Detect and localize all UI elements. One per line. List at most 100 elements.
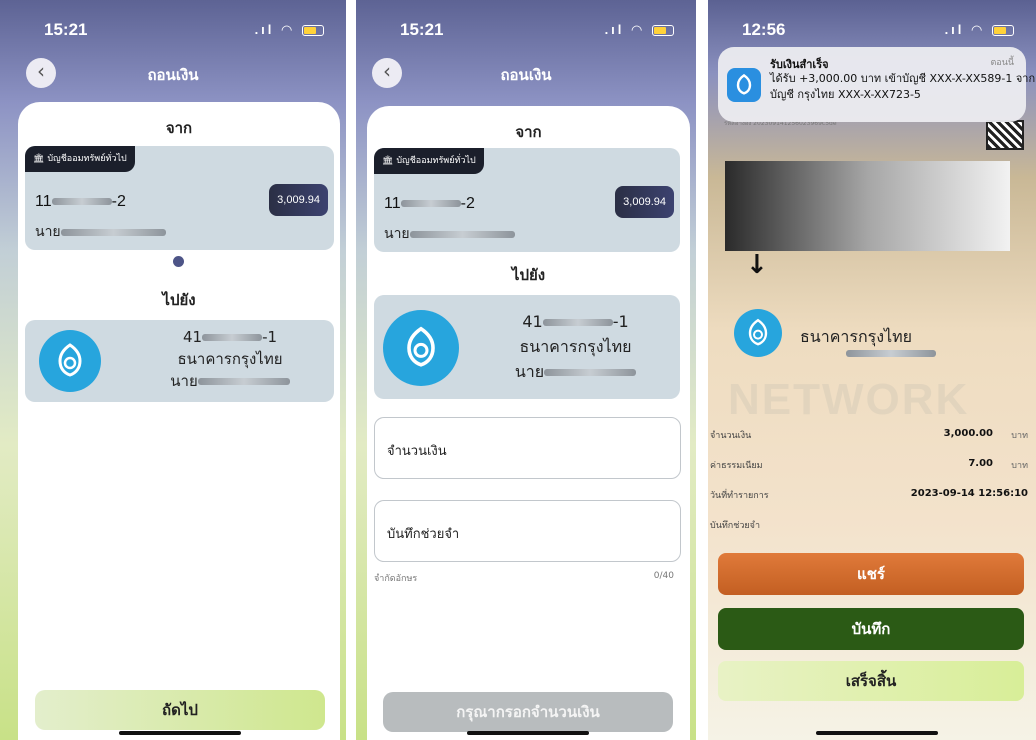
detail-label: จำนวนเงิน	[710, 431, 752, 441]
owner-prefix: นาย	[35, 224, 61, 240]
krungthai-logo-icon	[383, 310, 459, 386]
detail-row-fee: ค่าธรรมเนียม 7.00 บาท	[710, 458, 1028, 472]
dest-number-suffix: -1	[612, 312, 629, 331]
destination-bank: ธนาคารกรุงไทย	[177, 350, 283, 368]
memo-field-label: บันทึกช่วยจำ	[387, 527, 460, 542]
down-arrow-icon: ↓	[746, 250, 768, 280]
to-heading: ไปยัง	[511, 266, 546, 284]
status-time: 12:56	[742, 20, 786, 39]
account-number-prefix: 11	[384, 195, 401, 212]
char-counter: 0/40	[653, 571, 674, 581]
detail-unit: บาท	[1011, 431, 1028, 441]
destination-account-card[interactable]: 41 -1 ธนาคารกรุงไทย นาย	[25, 320, 334, 402]
detail-row-date: วันที่ทำรายการ 2023-09-14 12:56:10	[710, 488, 1028, 502]
status-icons: .ıl ◠	[255, 22, 324, 38]
status-icons: .ıl ◠	[945, 22, 1014, 38]
destination-account-card[interactable]: 41 -1 ธนาคารกรุงไทย นาย	[374, 295, 680, 399]
signal-icon: .ıl	[254, 22, 275, 37]
status-bar: 15:21 .ıl ◠	[356, 20, 696, 42]
withdraw-screen-step2: 15:21 .ıl ◠ ‹ ถอนเงิน จาก 🏛 บัญชีออมทรัพ…	[356, 0, 696, 740]
redacted-sender-block	[725, 161, 1010, 251]
source-account-card[interactable]: 🏛 บัญชีออมทรัพย์ทั่วไป 11 -2 นาย 3,009.94	[25, 146, 334, 250]
destination-owner: นาย	[135, 370, 325, 392]
battery-icon	[652, 25, 674, 37]
signal-icon: .ıl	[944, 22, 965, 37]
save-button[interactable]: บันทึก	[718, 608, 1024, 650]
qr-code-icon	[986, 120, 1024, 150]
page-title: ถอนเงิน	[500, 66, 552, 84]
bank-app-icon	[727, 68, 761, 102]
masked-name	[60, 228, 166, 236]
detail-row-memo: บันทึกช่วยจำ	[710, 518, 1028, 532]
wifi-icon: ◠	[631, 22, 646, 37]
nav-bar: ‹ ถอนเงิน	[0, 58, 346, 88]
destination-bank: ธนาคารกรุงไทย	[519, 337, 632, 356]
status-icons: .ıl ◠	[605, 22, 674, 38]
owner-prefix: นาย	[384, 226, 410, 242]
page-title: ถอนเงิน	[147, 66, 199, 84]
krungthai-logo-icon	[734, 309, 782, 357]
account-owner: นาย	[384, 223, 515, 245]
masked-digits	[542, 319, 613, 326]
amount-field[interactable]: จำนวนเงิน	[374, 417, 681, 479]
submit-amount-button[interactable]: กรุณากรอกจำนวนเงิน	[383, 692, 673, 732]
home-indicator	[816, 731, 938, 735]
krungthai-logo-icon	[39, 330, 101, 392]
dest-owner-prefix: นาย	[170, 372, 198, 390]
screenshot-collage: 15:21 .ıl ◠ ‹ ถอนเงิน จาก 🏛 บัญชีออมทรัพ…	[0, 0, 1036, 740]
detail-label: บันทึกช่วยจำ	[710, 521, 761, 531]
from-heading: จาก	[515, 123, 542, 141]
next-button[interactable]: ถัดไป	[35, 690, 325, 730]
nav-bar: ‹ ถอนเงิน	[356, 58, 696, 88]
notification-banner[interactable]: รับเงินสำเร็จ ตอนนี้ ได้รับ +3,000.00 บา…	[718, 47, 1035, 122]
transfer-slip-screen: 12:56 .ıl ◠ รหัสอ้างอิง 2023091412560239…	[708, 0, 1036, 740]
notification-time: ตอนนี้	[990, 58, 1014, 68]
flow-indicator-dot	[173, 256, 184, 267]
to-heading: ไปยัง	[162, 291, 196, 309]
wifi-icon: ◠	[971, 22, 986, 37]
detail-row-amount: จำนวนเงิน 3,000.00 บาท	[710, 428, 1028, 442]
account-type-tag: 🏛 บัญชีออมทรัพย์ทั่วไป	[25, 146, 135, 172]
amount-field-label: จำนวนเงิน	[387, 444, 447, 459]
char-limit-label: จำกัดอักษร	[374, 574, 418, 584]
main-card: จาก 🏛 บัญชีออมทรัพย์ทั่วไป 11 -2 นาย 3,00…	[18, 102, 340, 740]
detail-value: 3,000.00	[943, 428, 993, 439]
status-bar: 15:21 .ıl ◠	[0, 20, 346, 42]
balance-badge: 3,009.94	[615, 186, 674, 218]
destination-details: 41 -1 ธนาคารกรุงไทย นาย	[135, 326, 325, 392]
main-card: จาก 🏛 บัญชีออมทรัพย์ทั่วไป 11 -2 นาย 3,00…	[367, 106, 690, 740]
masked-name	[197, 378, 290, 385]
account-type-tag: 🏛 บัญชีออมทรัพย์ทั่วไป	[374, 148, 484, 174]
dest-number-prefix: 41	[182, 328, 203, 346]
source-account-card[interactable]: 🏛 บัญชีออมทรัพย์ทั่วไป 11 -2 นาย 3,009.94	[374, 148, 680, 252]
account-type-label: บัญชีออมทรัพย์ทั่วไป	[396, 156, 476, 166]
done-button[interactable]: เสร็จสิ้น	[718, 661, 1024, 701]
detail-value: 7.00	[968, 458, 993, 469]
share-button[interactable]: แชร์	[718, 553, 1024, 595]
network-watermark: NETWORK	[728, 375, 970, 424]
dest-number-suffix: -1	[262, 328, 278, 346]
battery-icon	[302, 25, 324, 37]
account-number-suffix: -2	[460, 195, 475, 212]
account-number-suffix: -2	[111, 193, 126, 210]
dest-owner-prefix: นาย	[514, 362, 545, 381]
masked-digits	[400, 200, 461, 208]
signal-icon: .ıl	[604, 22, 625, 37]
masked-account	[846, 350, 936, 357]
destination-bank: ธนาคารกรุงไทย	[800, 327, 913, 346]
masked-digits	[51, 198, 112, 206]
memo-field[interactable]: บันทึกช่วยจำ	[374, 500, 681, 562]
withdraw-screen-step1: 15:21 .ıl ◠ ‹ ถอนเงิน จาก 🏛 บัญชีออมทรัพ…	[0, 0, 346, 740]
destination-number: 41 -1	[478, 309, 673, 334]
masked-digits	[202, 334, 263, 341]
battery-icon	[992, 25, 1014, 37]
destination-number: 41 -1	[135, 326, 325, 348]
bank-building-icon: 🏛	[382, 156, 394, 166]
home-indicator	[119, 731, 241, 735]
wifi-icon: ◠	[281, 22, 296, 37]
account-number: 11 -2	[35, 193, 126, 211]
dest-number-prefix: 41	[522, 312, 543, 331]
notification-body: ได้รับ +3,000.00 บาท เข้าบัญชี XXX-X-XX5…	[770, 72, 1036, 101]
masked-name	[544, 369, 637, 376]
account-type-label: บัญชีออมทรัพย์ทั่วไป	[47, 154, 127, 164]
